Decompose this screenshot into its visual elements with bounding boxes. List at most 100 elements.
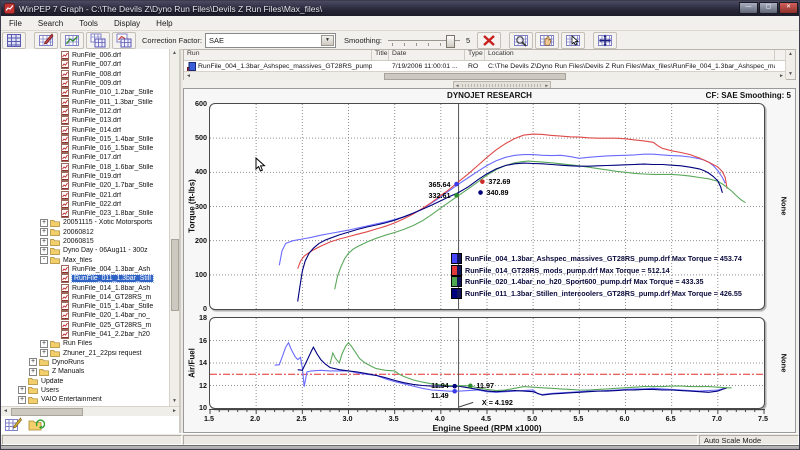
tree-item-dyno-day-06aug11-300z[interactable]: +Dyno Day - 06Aug11 - 300z <box>1 246 169 255</box>
delete-run-icon[interactable] <box>477 32 501 49</box>
column-header-title[interactable]: Title <box>372 50 389 60</box>
menu-display[interactable]: Display <box>106 16 148 30</box>
tree-item-z-manuals[interactable]: +Z Manuals <box>1 367 169 376</box>
tree-item-dynoruns[interactable]: +DynoRuns <box>1 358 169 367</box>
tree-item-label: RunFile_012.drf <box>72 108 121 115</box>
tree-item-runfile-004-1-3bar-ash[interactable]: RunFile_004_1.3bar_Ash <box>1 265 169 274</box>
graph-overlay2-icon[interactable] <box>112 32 136 49</box>
maximize-button[interactable]: ▢ <box>759 2 778 14</box>
tree-item-users[interactable]: +Users <box>1 386 169 395</box>
tree-item-runfile-010-1-2bar-stille[interactable]: RunFile_010_1.2bar_Stille <box>1 88 169 97</box>
tree-item-runfile-015-1-4bar-stille[interactable]: RunFile_015_1.4bar_Stille <box>1 302 169 311</box>
scroll-up-icon[interactable]: ▲ <box>170 49 179 58</box>
report-grid-icon[interactable] <box>2 32 26 49</box>
tree-hscroll-thumb[interactable] <box>11 408 83 416</box>
tree-item-runfile-041-2-2bar-h20[interactable]: RunFile_041_2.2bar_h20 <box>1 330 169 339</box>
tree-item-runfile-018-1-6bar-stille[interactable]: RunFile_018_1.6bar_Stille <box>1 163 169 172</box>
tree-item-20060812[interactable]: +20060812 <box>1 228 169 237</box>
tree-item-run-files[interactable]: +Run Files <box>1 339 169 348</box>
tree-item-runfile-019-drf[interactable]: RunFile_019.drf <box>1 172 169 181</box>
pan-graph-icon[interactable] <box>535 32 559 49</box>
scroll-left-icon[interactable]: ◄ <box>1 407 10 416</box>
new-graph-icon[interactable] <box>5 417 22 432</box>
x-tick-label: 5.0 <box>520 414 544 423</box>
expand-icon[interactable]: + <box>29 358 37 366</box>
pointer-graph-icon[interactable] <box>561 32 585 49</box>
tree-item-runfile-006-drf[interactable]: RunFile_006.drf <box>1 51 169 60</box>
tree-item-runfile-015-1-4bar-stille[interactable]: RunFile_015_1.4bar_Stille <box>1 135 169 144</box>
expand-icon[interactable]: + <box>40 340 48 348</box>
tree-item-20051115-xotic-motorsports[interactable]: +20051115 - Xotic Motorsports <box>1 218 169 227</box>
graph-overlay-icon[interactable] <box>86 32 110 49</box>
tree-item-runfile-012-drf[interactable]: RunFile_012.drf <box>1 107 169 116</box>
tree-item-zhuner-21-22psi-request[interactable]: +Zhuner_21_22psi request <box>1 349 169 358</box>
scroll-down-icon[interactable]: ▼ <box>786 70 795 79</box>
title-bar[interactable]: WinPEP 7 Graph - C:\The Devils Z\Dyno Ru… <box>1 1 800 16</box>
expand-icon[interactable]: + <box>40 349 48 357</box>
scroll-down-icon[interactable]: ▼ <box>170 397 179 406</box>
tree-item-update[interactable]: Update <box>1 376 169 385</box>
tree-item-runfile-025-gt28rs-m[interactable]: RunFile_025_GT28RS_m <box>1 321 169 330</box>
move-axes-icon[interactable] <box>593 32 617 49</box>
expand-icon[interactable]: + <box>29 368 37 376</box>
tree-item-runfile-023-1-8bar-stille[interactable]: RunFile_023_1.8bar_Stille <box>1 209 169 218</box>
tree-item-runfile-014-gt28rs-m[interactable]: RunFile_014_GT28RS_m <box>1 293 169 302</box>
menu-search[interactable]: Search <box>30 16 71 30</box>
airfuel-chart <box>210 318 764 408</box>
column-header-date[interactable]: Date <box>389 50 465 60</box>
tree-item-runfile-008-drf[interactable]: RunFile_008.drf <box>1 70 169 79</box>
scroll-left-icon[interactable]: ◄ <box>184 72 193 81</box>
expand-icon[interactable]: + <box>18 386 26 394</box>
tree-horizontal-scrollbar[interactable]: ◄ ► <box>1 406 179 416</box>
menu-file[interactable]: File <box>1 16 30 30</box>
airfuel-plot[interactable]: 11.9411.4911.97X = 4.192 <box>209 317 765 409</box>
menu-help[interactable]: Help <box>148 16 180 30</box>
tree-item-runfile-011-1-3bar-still[interactable]: RunFile_011_1.3bar_Still <box>1 274 169 283</box>
tree-item-runfile-009-drf[interactable]: RunFile_009.drf <box>1 79 169 88</box>
collapse-icon[interactable]: - <box>40 256 48 264</box>
expand-icon[interactable]: + <box>40 219 48 227</box>
scroll-up-icon[interactable]: ▲ <box>786 50 795 59</box>
menu-tools[interactable]: Tools <box>71 16 106 30</box>
expand-icon[interactable]: + <box>40 238 48 246</box>
tree-vscroll-thumb[interactable] <box>171 239 179 311</box>
tree-item-label: RunFile_004_1.3bar_Ash <box>72 266 150 273</box>
torque-plot[interactable]: RunFile_004_1.3bar_Ashspec_massives_GT28… <box>209 103 765 310</box>
tree-item-20060815[interactable]: +20060815 <box>1 237 169 246</box>
tree-item-max-files[interactable]: -Max_files <box>1 256 169 265</box>
smoothing-slider-thumb[interactable] <box>446 35 455 48</box>
graph-line-icon[interactable] <box>60 32 84 49</box>
tree-item-runfile-016-1-5bar-stille[interactable]: RunFile_016_1.5bar_Stille <box>1 144 169 153</box>
tree-item-runfile-014-1-8bar-ash[interactable]: RunFile_014_1.8bar_Ash <box>1 283 169 292</box>
tree-item-runfile-020-1-4bar-no-[interactable]: RunFile_020_1.4bar_no_ <box>1 311 169 320</box>
run-list-vertical-scrollbar[interactable]: ▲ ▼ <box>785 50 795 79</box>
tree-item-runfile-022-drf[interactable]: RunFile_022.drf <box>1 200 169 209</box>
explore-runs-icon[interactable] <box>28 417 45 432</box>
chevron-down-icon[interactable]: ▼ <box>321 35 334 46</box>
expand-icon[interactable]: + <box>18 396 26 404</box>
tree-item-runfile-014-drf[interactable]: RunFile_014.drf <box>1 125 169 134</box>
tree-item-runfile-013-drf[interactable]: RunFile_013.drf <box>1 116 169 125</box>
expand-icon[interactable]: + <box>40 228 48 236</box>
correction-factor-select[interactable]: SAE ▼ <box>205 33 336 48</box>
tree-vertical-scrollbar[interactable]: ▲ ▼ <box>169 49 179 406</box>
column-header-type[interactable]: Type <box>465 50 485 60</box>
zoom-graph-icon[interactable] <box>509 32 533 49</box>
run-list: RunTitleDateTypeLocation RunFile_004_1.3… <box>183 49 796 80</box>
graph-edit-icon[interactable] <box>34 32 58 49</box>
scroll-right-icon[interactable]: ► <box>170 407 179 416</box>
tree-item-runfile-020-1-7bar-stille[interactable]: RunFile_020_1.7bar_Stille <box>1 181 169 190</box>
minimize-button[interactable]: — <box>739 2 758 14</box>
tree-item-runfile-021-drf[interactable]: RunFile_021.drf <box>1 190 169 199</box>
runlist-hscroll-thumb[interactable] <box>384 73 566 80</box>
close-button[interactable]: ✕ <box>779 2 798 14</box>
smoothing-slider[interactable] <box>386 34 462 47</box>
column-header-location[interactable]: Location <box>485 50 775 60</box>
tree-item-runfile-007-drf[interactable]: RunFile_007.drf <box>1 60 169 69</box>
tree-item-runfile-011-1-3bar-stille[interactable]: RunFile_011_1.3bar_Stille <box>1 97 169 106</box>
run-list-horizontal-scrollbar[interactable]: ◄ ► <box>184 71 786 80</box>
column-header-run[interactable]: Run <box>184 50 372 60</box>
tree-item-vaio-entertainment[interactable]: +VAIO Entertainment <box>1 395 169 404</box>
tree-item-runfile-017-drf[interactable]: RunFile_017.drf <box>1 153 169 162</box>
expand-icon[interactable]: + <box>40 247 48 255</box>
